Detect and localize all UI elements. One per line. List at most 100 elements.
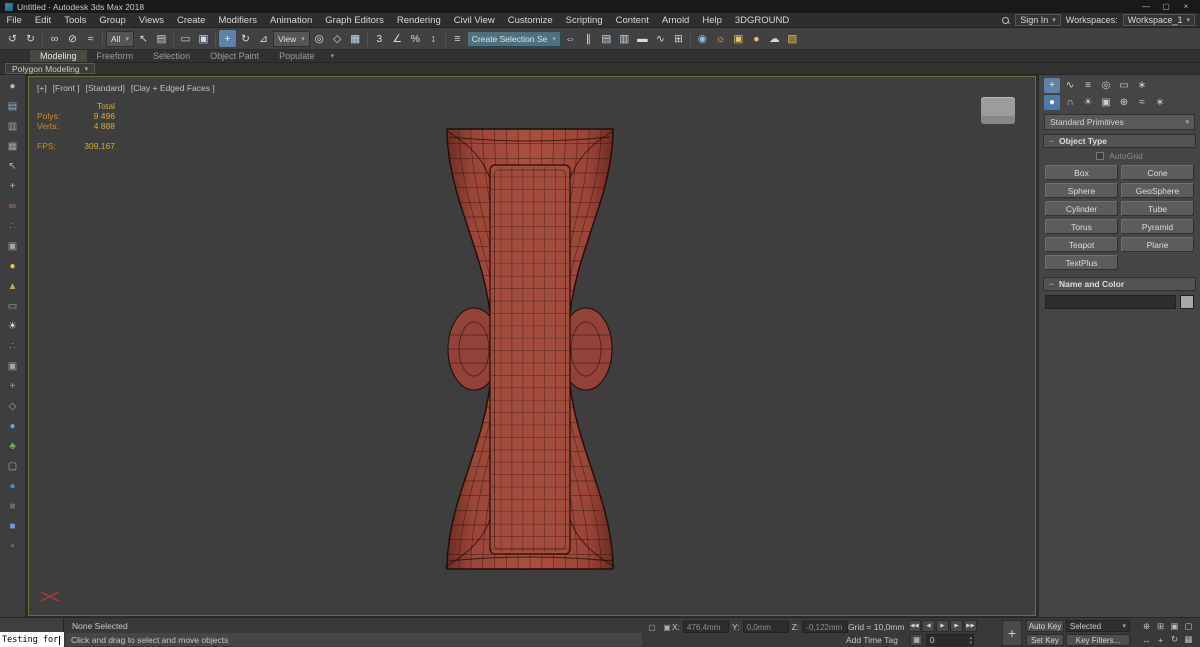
menu-file[interactable]: File [0,13,28,27]
use-pivot-point-center-icon[interactable]: ◎ [311,30,328,47]
next-frame-icon[interactable]: ▶ [950,620,963,632]
percent-snap-toggle-icon[interactable]: % [407,30,424,47]
tab-freeform[interactable]: Freeform [87,50,144,62]
key-filters-button[interactable]: Key Filters... [1066,634,1130,646]
menu-customize[interactable]: Customize [501,13,559,27]
lights-category-icon[interactable]: ☀ [1080,95,1096,110]
maxscript-listener-strip[interactable] [0,618,64,632]
autogrid-checkbox[interactable] [1096,152,1105,160]
field-of-view-icon[interactable]: ↔ [1140,634,1153,646]
x-coordinate-field[interactable]: 476,4mm [683,621,730,633]
select-arrow-tool-icon[interactable]: ↖ [4,157,22,175]
helpers-category-icon[interactable]: ⊕ [1116,95,1132,110]
set-key-button[interactable]: Set Key [1026,634,1064,646]
move-cross-tool-icon[interactable]: + [4,177,22,195]
shapes-category-icon[interactable]: ∩ [1062,95,1078,110]
menu-create[interactable]: Create [170,13,212,27]
y-coordinate-field[interactable]: 0,0mm [742,621,789,633]
select-and-move-icon[interactable]: + [218,30,236,47]
space-warps-category-icon[interactable]: ≈ [1134,95,1150,110]
menu-views[interactable]: Views [132,13,170,27]
menu-animation[interactable]: Animation [264,13,319,27]
particle-dots-tool-icon[interactable]: ∴ [4,217,22,235]
material-editor-icon[interactable]: ◉ [694,30,711,47]
menu-content[interactable]: Content [609,13,655,27]
link-chain-tool-icon[interactable]: ∞ [4,197,22,215]
schematic-view-icon[interactable]: ⊞ [670,30,687,47]
unlink-selection-icon[interactable]: ⊘ [64,30,81,47]
maximize-viewport-toggle-icon[interactable]: ▦ [1182,634,1195,646]
primitive-category-dropdown[interactable]: Standard Primitives ▾ [1044,114,1195,130]
select-and-manipulate-icon[interactable]: ◇ [329,30,346,47]
zoom-all-icon[interactable]: ⊞ [1154,621,1167,633]
ribbon-minimize-icon[interactable]: ▾ [331,52,335,62]
motion-tab-icon[interactable]: ◎ [1098,78,1114,93]
camera-frame-tool-icon[interactable]: ▣ [4,357,22,375]
blue-cube-tool-icon[interactable]: ■ [4,517,22,535]
menu-civil-view[interactable]: Civil View [447,13,501,27]
zoom-extents-all-icon[interactable]: ▢ [1182,621,1195,633]
primitive-button-plane[interactable]: Plane [1121,237,1194,252]
primitive-button-sphere[interactable]: Sphere [1045,183,1118,198]
cone-tool-icon[interactable]: ▲ [4,277,22,295]
model-wireframe[interactable] [29,77,1035,615]
menu-group[interactable]: Group [93,13,132,27]
primitive-button-pyramid[interactable]: Pyramid [1121,219,1194,234]
pan-hand-icon[interactable]: + [1002,620,1022,646]
sign-in-button[interactable]: Sign In ▾ [1015,14,1061,26]
tab-modeling[interactable]: Modeling [30,50,87,62]
modify-tab-icon[interactable]: ∿ [1062,78,1078,93]
tab-object-paint[interactable]: Object Paint [200,50,269,62]
named-selection-set-dropdown[interactable]: Create Selection Se ▾ [466,30,561,47]
workspace-dropdown[interactable]: Workspace_1 ▾ [1122,14,1195,26]
document-tool-icon[interactable]: ▤ [4,97,22,115]
viewport-menu-plus[interactable]: [+] [37,83,47,93]
close-button[interactable]: × [1177,1,1195,12]
tab-populate[interactable]: Populate [269,50,325,62]
play-animation-icon[interactable]: ▶ [936,620,949,632]
tab-selection[interactable]: Selection [143,50,200,62]
scene-converter-icon[interactable]: ▨ [784,30,801,47]
rectangular-selection-region-icon[interactable]: ▭ [177,30,194,47]
curve-editor-icon[interactable]: ∿ [652,30,669,47]
menu-graph-editors[interactable]: Graph Editors [319,13,391,27]
create-tab-icon[interactable]: + [1044,78,1060,93]
angle-snap-toggle-icon[interactable]: ∠ [389,30,406,47]
keyboard-shortcut-override-icon[interactable]: ▦ [347,30,364,47]
viewport-menu-view[interactable]: [Front ] [53,83,80,93]
object-color-swatch[interactable] [1180,295,1194,309]
primitive-button-tube[interactable]: Tube [1121,201,1194,216]
z-coordinate-field[interactable]: -0,122mm [802,621,849,633]
primitive-button-textplus[interactable]: TextPlus [1045,255,1118,270]
viewcube[interactable] [981,97,1015,124]
key-selection-dropdown[interactable]: Selected ▾ [1066,620,1130,632]
render-production-icon[interactable]: ● [748,30,765,47]
orange-particles-tool-icon[interactable]: ∴ [4,337,22,355]
spinner-arrows-icon[interactable]: ▴ ▾ [970,635,973,645]
hierarchy-tab-icon[interactable]: ≡ [1080,78,1096,93]
grid-tool-icon[interactable]: ▦ [4,137,22,155]
orbit-viewport-icon[interactable]: ↻ [1168,634,1181,646]
key-mode-toggle-icon[interactable]: ▦ [910,634,923,646]
menu-help[interactable]: Help [696,13,729,27]
cameras-category-icon[interactable]: ▣ [1098,95,1114,110]
viewport[interactable]: [+] [Front ] [Standard] [Clay + Edged Fa… [28,76,1036,616]
primitive-button-teapot[interactable]: Teapot [1045,237,1118,252]
zoom-icon[interactable]: ⊕ [1140,621,1153,633]
align-icon[interactable]: ∥ [580,30,597,47]
menu-arnold[interactable]: Arnold [655,13,695,27]
render-setup-icon[interactable]: ☼ [712,30,729,47]
selection-filter-dropdown[interactable]: All ▾ [106,30,134,47]
gray-box-tool-icon[interactable]: ▫ [4,537,22,555]
toggle-layer-explorer-icon[interactable]: ▥ [616,30,633,47]
search-icon[interactable] [1001,16,1010,25]
go-to-end-icon[interactable]: ▶▶ [964,620,977,632]
dark-square-tool-icon[interactable]: ■ [4,497,22,515]
pointer-tool-icon[interactable]: ● [4,77,22,95]
helper-cross-tool-icon[interactable]: + [4,377,22,395]
spinner-snap-toggle-icon[interactable]: ↕ [425,30,442,47]
object-type-rollout-header[interactable]: − Object Type [1043,134,1196,148]
outline-box-tool-icon[interactable]: ▢ [4,457,22,475]
yellow-sphere-tool-icon[interactable]: ● [4,257,22,275]
menu-rendering[interactable]: Rendering [390,13,447,27]
